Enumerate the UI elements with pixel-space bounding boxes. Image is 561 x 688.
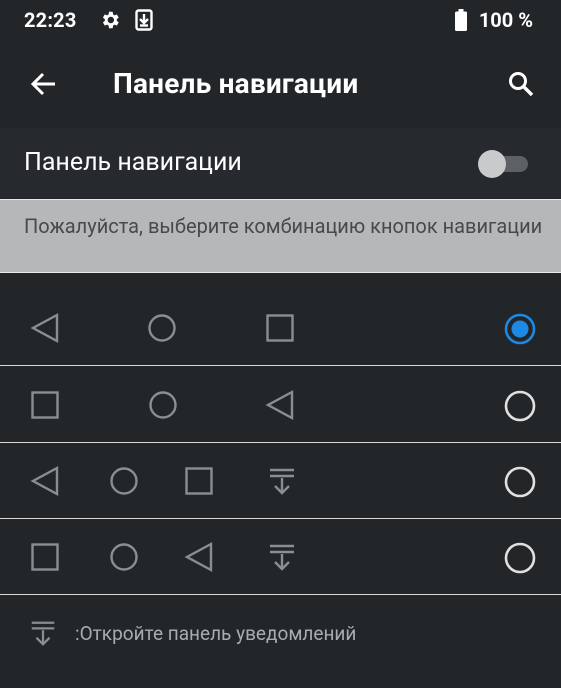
nav-option-2[interactable]	[0, 367, 561, 443]
home-circle-icon	[149, 391, 177, 419]
page-title: Панель навигации	[113, 67, 359, 100]
nav-option-3[interactable]	[0, 443, 561, 519]
recents-square-icon	[266, 314, 294, 342]
radio-unselected-icon[interactable]	[503, 389, 537, 423]
notification-pull-icon	[270, 544, 294, 571]
back-button[interactable]	[22, 62, 66, 106]
app-bar: Панель навигации	[0, 40, 561, 128]
download-icon	[135, 9, 153, 35]
hint-text: Пожалуйста, выберите комбинацию кнопок н…	[24, 214, 543, 238]
home-circle-icon	[110, 467, 138, 495]
toggle-label: Панель навигации	[24, 148, 242, 177]
home-circle-icon	[110, 543, 138, 571]
recents-square-icon	[31, 391, 59, 419]
battery-icon	[455, 9, 467, 35]
back-triangle-icon	[30, 465, 59, 497]
nav-option-1[interactable]	[0, 290, 561, 366]
status-bar: 22:23 100 %	[0, 0, 561, 40]
home-circle-icon	[148, 314, 176, 342]
settings-gear-icon	[99, 9, 121, 35]
battery-percent: 100 %	[478, 8, 533, 32]
navigation-bar-toggle-row[interactable]: Панель навигации	[0, 128, 561, 198]
radio-unselected-icon[interactable]	[503, 465, 537, 499]
notification-pull-icon	[270, 468, 294, 495]
navigation-bar-switch[interactable]	[478, 148, 530, 178]
footer-legend: :Откройте панель уведомлений	[0, 598, 561, 688]
back-triangle-icon	[30, 312, 59, 344]
back-triangle-icon	[184, 541, 213, 573]
divider	[0, 365, 561, 366]
notification-pull-icon	[31, 621, 55, 646]
hint-box: Пожалуйста, выберите комбинацию кнопок н…	[0, 199, 561, 273]
search-button[interactable]	[499, 62, 543, 106]
search-icon	[509, 72, 534, 97]
recents-square-icon	[185, 467, 213, 495]
switch-thumb	[478, 150, 506, 178]
divider	[0, 594, 561, 595]
nav-option-4[interactable]	[0, 519, 561, 595]
radio-unselected-icon[interactable]	[503, 541, 537, 575]
recents-square-icon	[31, 543, 59, 571]
arrow-back-icon	[30, 72, 55, 96]
back-triangle-icon	[265, 389, 294, 421]
footer-text: :Откройте панель уведомлений	[75, 622, 357, 645]
status-time: 22:23	[24, 8, 77, 32]
radio-selected-icon[interactable]	[503, 312, 537, 346]
